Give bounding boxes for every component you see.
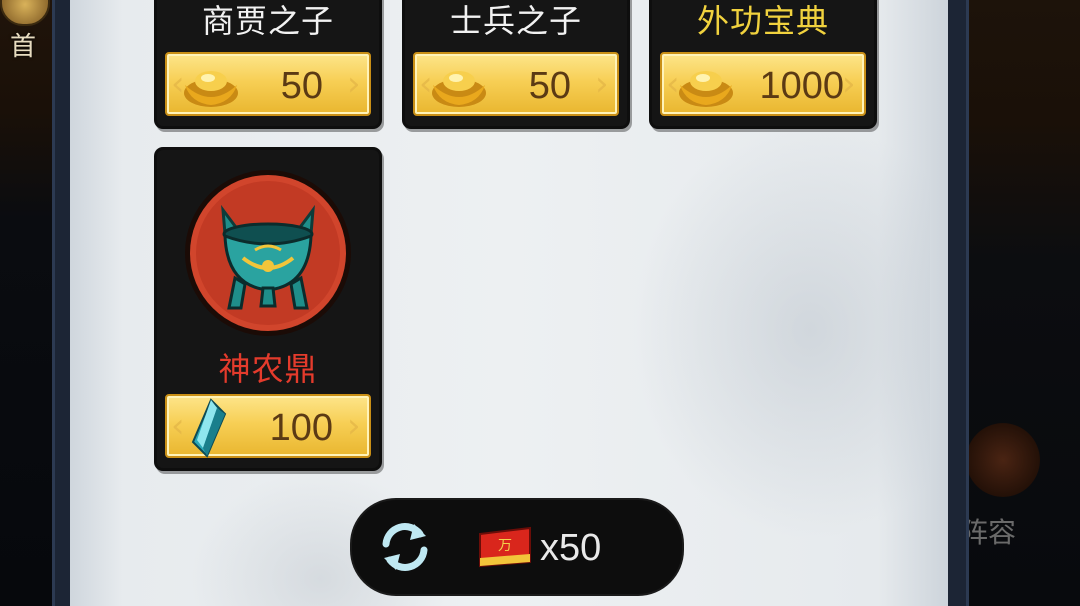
- chevron-right-icon: ›: [347, 64, 361, 104]
- chevron-right-icon: ›: [595, 64, 609, 104]
- buy-button[interactable]: ‹ 100 ›: [165, 394, 371, 458]
- buy-button[interactable]: ‹ 50 ›: [413, 52, 619, 116]
- price-amount: 1000: [759, 65, 844, 107]
- home-coin-icon: [0, 0, 50, 26]
- shop-item-card[interactable]: 士兵之子 ‹ 50 ›: [405, 0, 627, 126]
- shop-item-name: 外功宝典: [696, 2, 829, 40]
- gold-ingot-icon: [432, 71, 486, 107]
- chevron-left-icon: ‹: [171, 406, 185, 446]
- background-left: [0, 0, 60, 606]
- chevron-right-icon: ›: [842, 64, 856, 104]
- price-amount: 100: [269, 407, 333, 449]
- buy-button[interactable]: ‹ 1000 ›: [660, 52, 866, 116]
- shop-item-name: 商贾之子: [201, 2, 334, 40]
- nav-lineup-button[interactable]: 阵容: [960, 415, 1080, 565]
- crystal-icon: [191, 398, 227, 458]
- ink-mist-decoration: [630, 120, 930, 540]
- cauldron-icon: [185, 170, 351, 336]
- gold-ingot-icon: [184, 71, 238, 107]
- refresh-token-count: x50: [540, 527, 602, 569]
- nav-home-label: 首: [10, 32, 37, 62]
- price-amount: 50: [280, 65, 323, 107]
- shop-item-card[interactable]: 外功宝典 ‹ 1000 ›: [652, 0, 874, 126]
- chevron-right-icon: ›: [347, 406, 361, 446]
- refresh-token-icon: 万: [479, 526, 531, 568]
- shop-item-card[interactable]: 商贾之子 ‹ 50 ›: [157, 0, 379, 126]
- lineup-emblem-icon: [966, 423, 1040, 497]
- shop-item-name: 神农鼎: [218, 350, 318, 388]
- shop-item-card[interactable]: 神农鼎 ‹ 100 ›: [157, 150, 379, 468]
- refresh-bar: 万 x50: [352, 500, 682, 594]
- refresh-icon[interactable]: [368, 510, 442, 584]
- token-mark: 万: [498, 538, 512, 554]
- buy-button[interactable]: ‹ 50 ›: [165, 52, 371, 116]
- shop-item-name: 士兵之子: [449, 2, 582, 40]
- price-amount: 50: [528, 65, 571, 107]
- gold-ingot-icon: [679, 71, 733, 107]
- nav-home-button[interactable]: 首: [0, 0, 50, 62]
